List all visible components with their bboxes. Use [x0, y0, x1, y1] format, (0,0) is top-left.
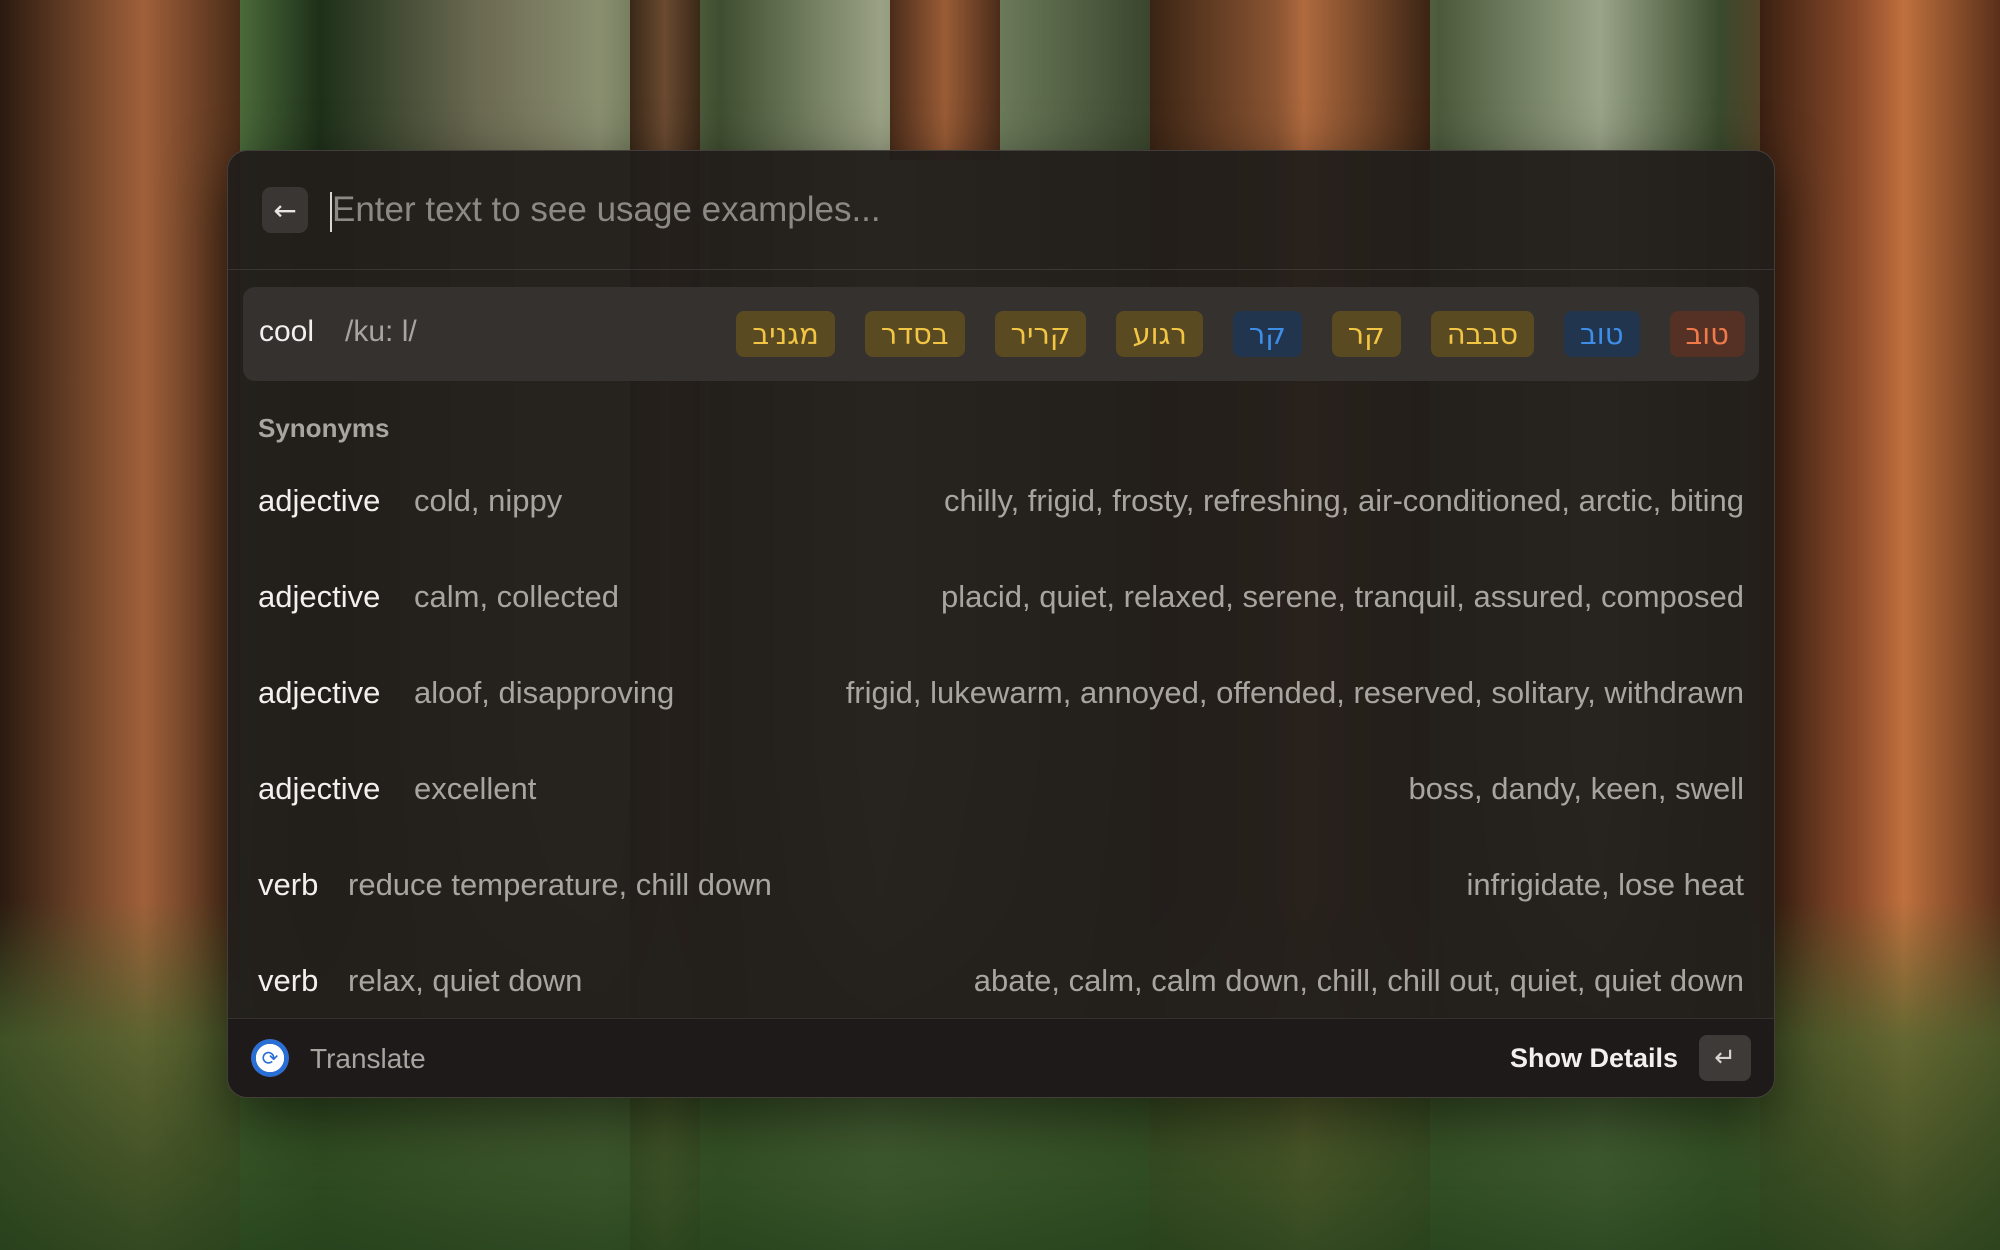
- back-button[interactable]: ←: [262, 187, 308, 233]
- synonym-words: boss, dandy, keen, swell: [1408, 771, 1744, 806]
- translate-window: ← cool /ku: l/ מגניב בסדר קריר רגוע קר ק…: [227, 150, 1775, 1098]
- headword: cool: [259, 315, 315, 348]
- search-input[interactable]: [328, 181, 1712, 239]
- sense: excellent: [414, 771, 537, 806]
- enter-key-button[interactable]: ↵: [1699, 1035, 1751, 1081]
- word-entry[interactable]: cool /ku: l/ מגניב בסדר קריר רגוע קר קר …: [243, 287, 1759, 381]
- part-of-speech: adjective: [258, 675, 381, 710]
- part-of-speech: adjective: [258, 483, 381, 518]
- translation-tag[interactable]: קר: [1331, 311, 1401, 357]
- wallpaper-tree: [890, 0, 1000, 160]
- part-of-speech: adjective: [258, 579, 381, 614]
- sense: relax, quiet down: [348, 963, 583, 998]
- translation-tag[interactable]: טוב: [1564, 311, 1640, 357]
- synonym-row[interactable]: adjective calm, collected placid, quiet,…: [228, 569, 1774, 629]
- search-bar: ←: [228, 151, 1774, 270]
- translate-app-icon: ⟳: [251, 1039, 289, 1077]
- sense: cold, nippy: [414, 483, 563, 518]
- synonym-row[interactable]: adjective excellent boss, dandy, keen, s…: [228, 761, 1774, 821]
- synonym-words: placid, quiet, relaxed, serene, tranquil…: [940, 579, 1744, 614]
- section-title-synonyms: Synonyms: [258, 413, 390, 443]
- part-of-speech: adjective: [258, 771, 381, 806]
- sync-icon: ⟳: [261, 1046, 279, 1070]
- translation-tag[interactable]: קר: [1232, 311, 1302, 357]
- sense: aloof, disapproving: [414, 675, 675, 710]
- synonym-row[interactable]: verb relax, quiet down abate, calm, calm…: [228, 953, 1774, 1013]
- sense: calm, collected: [414, 579, 620, 614]
- show-details-button[interactable]: Show Details: [1510, 1043, 1678, 1074]
- synonym-words: abate, calm, calm down, chill, chill out…: [973, 963, 1744, 998]
- translation-tag[interactable]: בסדר: [864, 311, 965, 357]
- arrow-left-icon: ←: [273, 193, 297, 227]
- part-of-speech: verb: [258, 867, 319, 902]
- translation-tags: מגניב בסדר קריר רגוע קר קר סבבה טוב טוב: [736, 311, 1745, 357]
- return-icon: ↵: [1714, 1043, 1736, 1073]
- synonym-row[interactable]: verb reduce temperature, chill down infr…: [228, 857, 1774, 917]
- text-cursor: [330, 192, 332, 232]
- synonym-row[interactable]: adjective aloof, disapproving frigid, lu…: [228, 665, 1774, 725]
- translation-tag[interactable]: מגניב: [736, 311, 835, 357]
- sense: reduce temperature, chill down: [348, 867, 772, 902]
- synonym-words: infrigidate, lose heat: [1466, 867, 1744, 902]
- part-of-speech: verb: [258, 963, 319, 998]
- app-name: Translate: [310, 1043, 426, 1074]
- translation-tag[interactable]: קריר: [994, 311, 1087, 357]
- translation-tag[interactable]: טוב: [1669, 311, 1745, 357]
- translation-tag[interactable]: רגוע: [1116, 311, 1203, 357]
- translation-tag[interactable]: סבבה: [1430, 311, 1535, 357]
- action-bar: ⟳ Translate Show Details ↵: [228, 1018, 1774, 1097]
- phonetic: /ku: l/: [345, 315, 417, 348]
- synonym-words: chilly, frigid, frosty, refreshing, air-…: [943, 483, 1744, 518]
- synonym-words: frigid, lukewarm, annoyed, offended, res…: [845, 675, 1744, 710]
- synonym-row[interactable]: adjective cold, nippy chilly, frigid, fr…: [228, 473, 1774, 533]
